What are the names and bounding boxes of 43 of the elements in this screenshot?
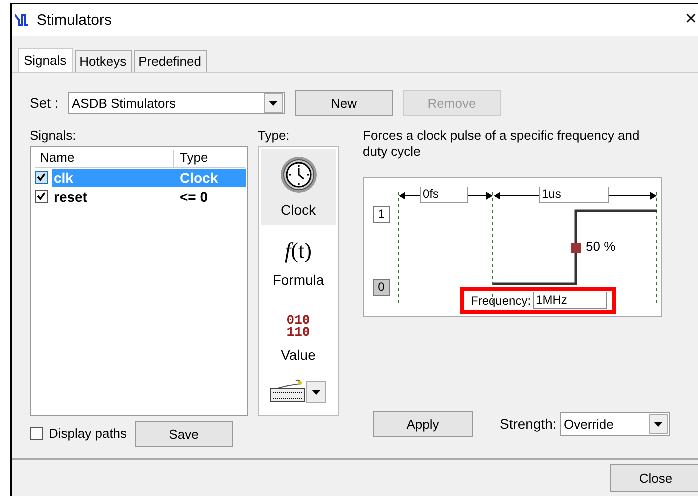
description-text: Forces a clock pulse of a specific frequency and duty cycle: [363, 128, 641, 160]
column-header[interactable]: Type: [174, 150, 208, 167]
checkbox-label: Display paths: [49, 426, 128, 440]
window-title: Stimulators: [37, 12, 112, 28]
type-item[interactable]: 010 110 Value: [261, 301, 336, 377]
type-label: Type:: [258, 128, 291, 145]
save-button[interactable]: Save: [135, 421, 233, 447]
period-field[interactable]: 1us: [539, 187, 609, 203]
duty-label: 50 %: [586, 239, 616, 254]
checkbox[interactable]: [30, 426, 43, 440]
signal-row[interactable]: reset <= 0: [52, 188, 246, 206]
frequency-label: Frequency:: [471, 294, 532, 308]
set-dropdown[interactable]: ASDB Stimulators: [68, 92, 285, 114]
strength-dropdown[interactable]: Override: [560, 412, 670, 436]
close-button[interactable]: ×: [685, 8, 697, 30]
signals-label: Signals:: [30, 128, 78, 145]
clock-icon: [280, 156, 318, 194]
dropdown-arrow-icon: [269, 100, 278, 106]
binary-icon: 010 110: [286, 315, 310, 339]
strength-label: Strength:: [500, 416, 558, 432]
dropdown-button[interactable]: [306, 381, 326, 403]
set-label: Set :: [30, 95, 60, 111]
checkbox[interactable]: [35, 171, 48, 184]
tab[interactable]: Hotkeys: [74, 50, 132, 72]
column-header[interactable]: Name: [35, 150, 174, 167]
pulse-icon: [15, 13, 31, 27]
frequency-field[interactable]: 1MHz: [533, 292, 608, 309]
dropdown-arrow-icon: [312, 390, 320, 394]
close-button[interactable]: Close: [610, 464, 698, 492]
offset-field[interactable]: 0fs: [420, 187, 468, 203]
duty-handle[interactable]: [571, 243, 581, 253]
tab[interactable]: Predefined: [134, 50, 206, 72]
set-button[interactable]: New: [295, 90, 393, 116]
formula-icon: f(t): [285, 238, 312, 264]
type-item[interactable]: Clock: [261, 149, 336, 225]
apply-button[interactable]: Apply: [373, 411, 473, 437]
level-button[interactable]: 0: [373, 279, 390, 296]
keyboard-icon: [270, 379, 306, 403]
type-item[interactable]: f(t) Formula: [261, 225, 336, 301]
dropdown-arrow-icon: [654, 422, 663, 426]
level-button[interactable]: 1: [373, 206, 390, 223]
tab[interactable]: Signals: [18, 48, 73, 72]
checkbox[interactable]: [35, 190, 48, 203]
